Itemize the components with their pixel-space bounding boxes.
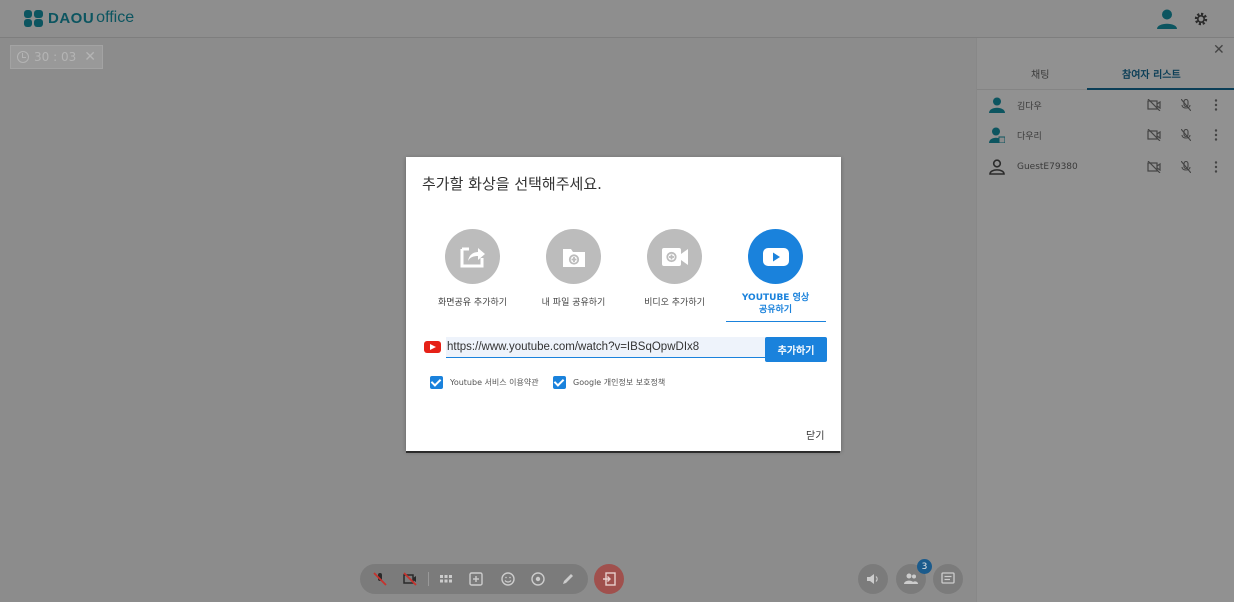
side-panel-tabs: 채팅 참여자 리스트 bbox=[977, 56, 1234, 90]
modal-title: 추가할 화상을 선택해주세요. bbox=[422, 175, 602, 193]
user-profile-icon[interactable] bbox=[1156, 9, 1178, 29]
option-label: 비디오 추가하기 bbox=[644, 298, 705, 308]
exit-icon bbox=[603, 572, 616, 586]
speaker-icon bbox=[867, 574, 878, 584]
option-screen-share[interactable]: 화면공유 추가하기 bbox=[425, 229, 520, 324]
chat-icon bbox=[941, 572, 955, 584]
timer-close-icon[interactable]: ✕ bbox=[84, 49, 96, 65]
youtube-terms-label: Youtube 서비스 이용약관 bbox=[450, 378, 539, 387]
option-label: YOUTUBE 영상 공유하기 bbox=[741, 293, 810, 315]
participant-name: 김다우 bbox=[1017, 101, 1042, 112]
mic-off-icon[interactable] bbox=[1181, 99, 1191, 111]
grid-layout-icon[interactable] bbox=[438, 571, 454, 587]
gear-icon[interactable] bbox=[1193, 11, 1209, 27]
option-circle bbox=[647, 229, 702, 284]
camera-off-icon[interactable] bbox=[1147, 129, 1161, 141]
add-screen-icon[interactable] bbox=[468, 571, 484, 587]
google-privacy-label: Google 개인정보 보호정책 bbox=[573, 378, 666, 387]
logo-mark-icon bbox=[24, 9, 43, 27]
camera-off-icon[interactable] bbox=[1147, 161, 1161, 173]
user-filled-icon bbox=[989, 97, 1005, 113]
participants-icon bbox=[904, 573, 918, 584]
youtube-terms-checkbox[interactable] bbox=[430, 376, 443, 389]
mic-off-icon[interactable] bbox=[1181, 161, 1191, 173]
leave-meeting-button[interactable] bbox=[594, 564, 624, 594]
add-video-modal: 추가할 화상을 선택해주세요. 화면공유 추가하기 내 파일 공유하기 비디오 … bbox=[406, 157, 841, 451]
option-circle bbox=[445, 229, 500, 284]
option-label: 내 파일 공유하기 bbox=[541, 298, 606, 308]
youtube-url-input[interactable] bbox=[446, 337, 766, 358]
more-vertical-icon[interactable] bbox=[1214, 161, 1218, 173]
toolbar-divider bbox=[428, 572, 429, 586]
option-circle bbox=[546, 229, 601, 284]
tab-participant-list[interactable]: 참여자 리스트 bbox=[1122, 66, 1181, 81]
tab-chat[interactable]: 채팅 bbox=[1031, 66, 1049, 81]
youtube-play-icon bbox=[762, 247, 789, 266]
youtube-logo-icon bbox=[424, 341, 441, 353]
mic-off-icon[interactable] bbox=[1181, 129, 1191, 141]
camera-off-icon[interactable] bbox=[402, 571, 418, 587]
option-video-add[interactable]: 비디오 추가하기 bbox=[627, 229, 722, 324]
mic-off-icon[interactable] bbox=[372, 571, 388, 587]
participant-side-panel: ✕ 채팅 참여자 리스트 김다우 다우리 GuestE79380 bbox=[976, 38, 1234, 602]
logo-text-strong: DAOU bbox=[48, 9, 95, 27]
option-youtube-share[interactable]: YOUTUBE 영상 공유하기 bbox=[728, 229, 823, 324]
logo-text-light: office bbox=[96, 9, 135, 26]
active-option-indicator bbox=[726, 321, 826, 322]
daou-office-logo[interactable]: DAOU office bbox=[24, 9, 134, 27]
file-share-icon bbox=[562, 248, 585, 267]
top-header: DAOU office bbox=[0, 0, 1234, 38]
emoji-icon[interactable] bbox=[500, 571, 516, 587]
participant-name: 다우리 bbox=[1017, 131, 1042, 142]
screen-share-icon bbox=[460, 247, 485, 267]
option-label: 화면공유 추가하기 bbox=[437, 298, 508, 308]
speaker-button[interactable] bbox=[858, 564, 888, 594]
record-icon[interactable] bbox=[530, 571, 546, 587]
camera-off-icon[interactable] bbox=[1147, 99, 1161, 111]
meeting-timer: 30 : 03 ✕ bbox=[10, 45, 103, 69]
participant-row[interactable]: 김다우 bbox=[977, 90, 1234, 120]
video-add-icon bbox=[661, 247, 688, 266]
chat-button[interactable] bbox=[933, 564, 963, 594]
user-host-icon bbox=[989, 127, 1005, 143]
participant-row[interactable]: GuestE79380 bbox=[977, 152, 1234, 182]
option-circle bbox=[748, 229, 803, 284]
pen-icon[interactable] bbox=[560, 571, 576, 587]
participant-row[interactable]: 다우리 bbox=[977, 120, 1234, 150]
participant-name: GuestE79380 bbox=[1017, 162, 1078, 172]
add-button[interactable]: 추가하기 bbox=[765, 337, 827, 362]
more-vertical-icon[interactable] bbox=[1214, 129, 1218, 141]
clock-icon bbox=[17, 51, 29, 63]
participant-count-badge: 3 bbox=[917, 559, 932, 574]
meeting-toolbar bbox=[360, 564, 588, 594]
google-privacy-checkbox[interactable] bbox=[553, 376, 566, 389]
more-vertical-icon[interactable] bbox=[1214, 99, 1218, 111]
user-outline-icon bbox=[989, 159, 1005, 175]
timer-value: 30 : 03 bbox=[34, 50, 77, 64]
option-file-share[interactable]: 내 파일 공유하기 bbox=[526, 229, 621, 324]
close-button[interactable]: 닫기 bbox=[806, 427, 824, 442]
